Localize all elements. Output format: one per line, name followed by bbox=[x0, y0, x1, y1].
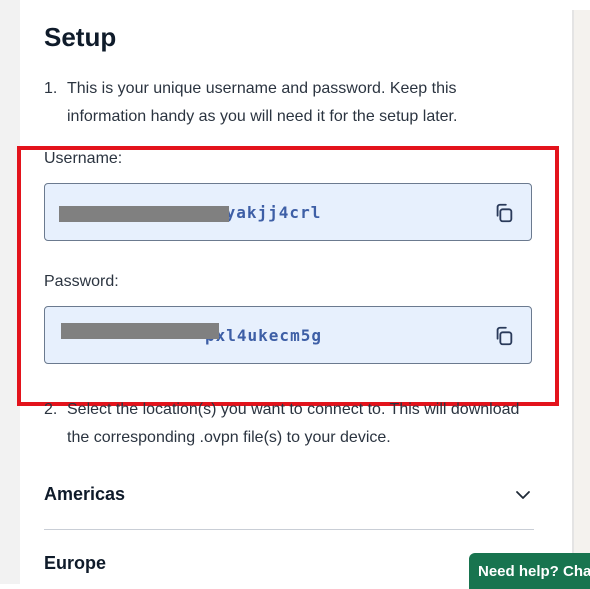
divider bbox=[44, 529, 534, 530]
step-text: This is your unique username and passwor… bbox=[67, 80, 458, 125]
highlight-frame bbox=[17, 146, 559, 406]
chevron-down-icon[interactable] bbox=[514, 486, 532, 504]
region-americas[interactable]: Americas bbox=[44, 476, 534, 516]
step-text: Select the location(s) you want to conne… bbox=[67, 401, 520, 446]
region-label: Europe bbox=[44, 553, 107, 573]
region-europe[interactable]: Europe bbox=[44, 545, 534, 585]
region-label: Americas bbox=[44, 484, 126, 504]
step-number: 2. bbox=[44, 401, 58, 418]
page-title: Setup bbox=[44, 22, 117, 52]
step-number: 1. bbox=[44, 80, 58, 97]
right-gutter bbox=[574, 10, 590, 584]
